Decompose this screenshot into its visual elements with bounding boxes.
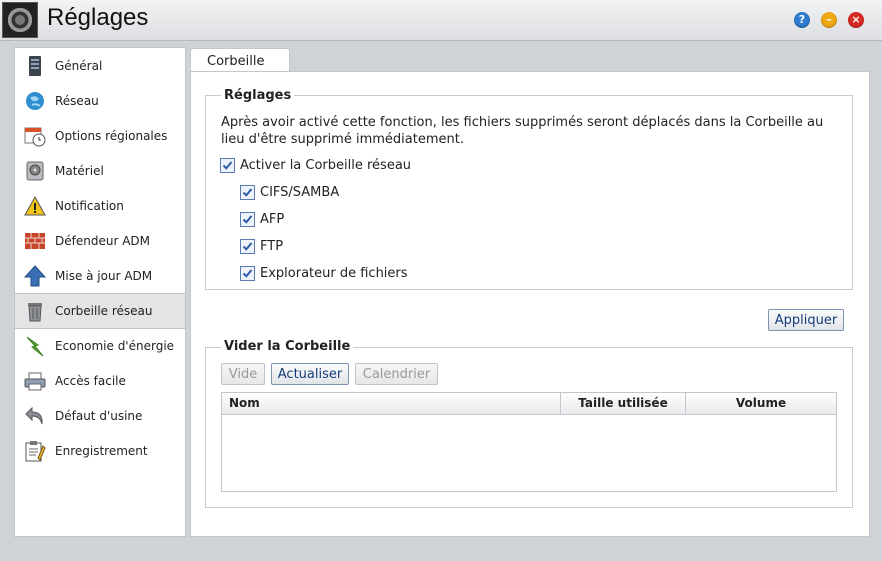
sidebar-item-energy[interactable]: Economie d'énergie [15,329,185,363]
checkbox-checked-icon [240,238,255,254]
sidebar-item-label: Défendeur ADM [55,234,150,248]
checkbox-label: FTP [260,238,284,254]
checkbox-checked-icon [240,265,255,281]
sidebar-item-general[interactable]: Général [15,49,185,83]
upload-arrow-icon [24,265,46,287]
sidebar-item-recycle-bin[interactable]: Corbeille réseau [15,293,185,329]
calendar-clock-icon [24,125,46,147]
sidebar-item-defender[interactable]: Défendeur ADM [15,224,185,258]
sidebar-item-label: Défaut d'usine [55,409,143,423]
globe-icon [24,90,46,112]
protocol-ftp-checkbox[interactable]: FTP [240,237,283,255]
firewall-icon [24,230,46,252]
protocol-afp-checkbox[interactable]: AFP [240,210,284,228]
sidebar-item-factory-default[interactable]: Défaut d'usine [15,399,185,433]
checkbox-label: AFP [260,211,285,227]
checkbox-checked-icon [240,184,255,200]
sidebar-item-label: Corbeille réseau [55,304,153,318]
protocol-file-explorer-checkbox[interactable]: Explorateur de fichiers [240,264,408,282]
server-icon [24,55,46,77]
column-header-size[interactable]: Taille utilisée [561,393,686,414]
window-title: Réglages [47,4,149,31]
sidebar-item-label: Options régionales [55,129,168,143]
sidebar: Général Réseau Options régionales Matéri… [14,47,186,537]
warning-icon [24,195,46,217]
tab-label: Corbeille [207,54,265,69]
checkbox-label: Activer la Corbeille réseau [240,157,412,173]
lightning-icon [24,335,46,357]
sidebar-item-label: Enregistrement [55,444,148,458]
tab-recycle-bin[interactable]: Corbeille [190,48,290,73]
refresh-button[interactable]: Actualiser [271,363,349,385]
sidebar-item-label: Mise à jour ADM [55,269,153,283]
sidebar-item-update[interactable]: Mise à jour ADM [15,259,185,293]
sidebar-item-label: Général [55,59,103,73]
clipboard-icon [24,440,46,462]
app-gear-icon [2,2,38,38]
empty-bin-legend: Vider la Corbeille [221,339,354,354]
help-button[interactable]: ? [794,12,810,28]
minimize-button[interactable]: – [821,12,837,28]
settings-window: Réglages ? – × Général Réseau Options ré… [0,0,882,561]
checkbox-label: CIFS/SAMBA [260,184,340,200]
hard-drive-icon [24,160,46,182]
sidebar-item-logging[interactable]: Enregistrement [15,434,185,468]
protocol-cifs-checkbox[interactable]: CIFS/SAMBA [240,183,339,201]
trash-icon [24,300,46,322]
undo-icon [24,405,46,427]
printer-icon [24,370,46,392]
sidebar-item-hardware[interactable]: Matériel [15,154,185,188]
settings-description: Après avoir activé cette fonction, les f… [221,115,824,147]
sidebar-item-label: Accès facile [55,374,126,388]
sidebar-item-label: Notification [55,199,124,213]
title-bar[interactable]: Réglages ? – × [0,0,882,41]
column-header-name[interactable]: Nom [222,393,561,414]
sidebar-item-regional[interactable]: Options régionales [15,119,185,153]
checkbox-checked-icon [220,157,235,173]
settings-group-legend: Réglages [221,88,295,103]
column-header-volume[interactable]: Volume [686,393,836,414]
sidebar-item-label: Economie d'énergie [55,339,175,353]
calendar-button[interactable]: Calendrier [355,363,438,385]
sidebar-item-label: Réseau [55,94,99,108]
close-button[interactable]: × [848,12,864,28]
sidebar-item-easy-access[interactable]: Accès facile [15,364,185,398]
empty-button[interactable]: Vide [221,363,265,385]
recycle-bin-table: Nom Taille utilisée Volume [221,392,837,492]
checkbox-checked-icon [240,211,255,227]
sidebar-item-network[interactable]: Réseau [15,84,185,118]
sidebar-item-label: Matériel [55,164,104,178]
sidebar-item-notification[interactable]: Notification [15,189,185,223]
table-header: Nom Taille utilisée Volume [222,393,836,415]
checkbox-label: Explorateur de fichiers [260,265,408,281]
enable-recycle-bin-checkbox[interactable]: Activer la Corbeille réseau [220,156,411,174]
apply-button[interactable]: Appliquer [768,309,844,331]
